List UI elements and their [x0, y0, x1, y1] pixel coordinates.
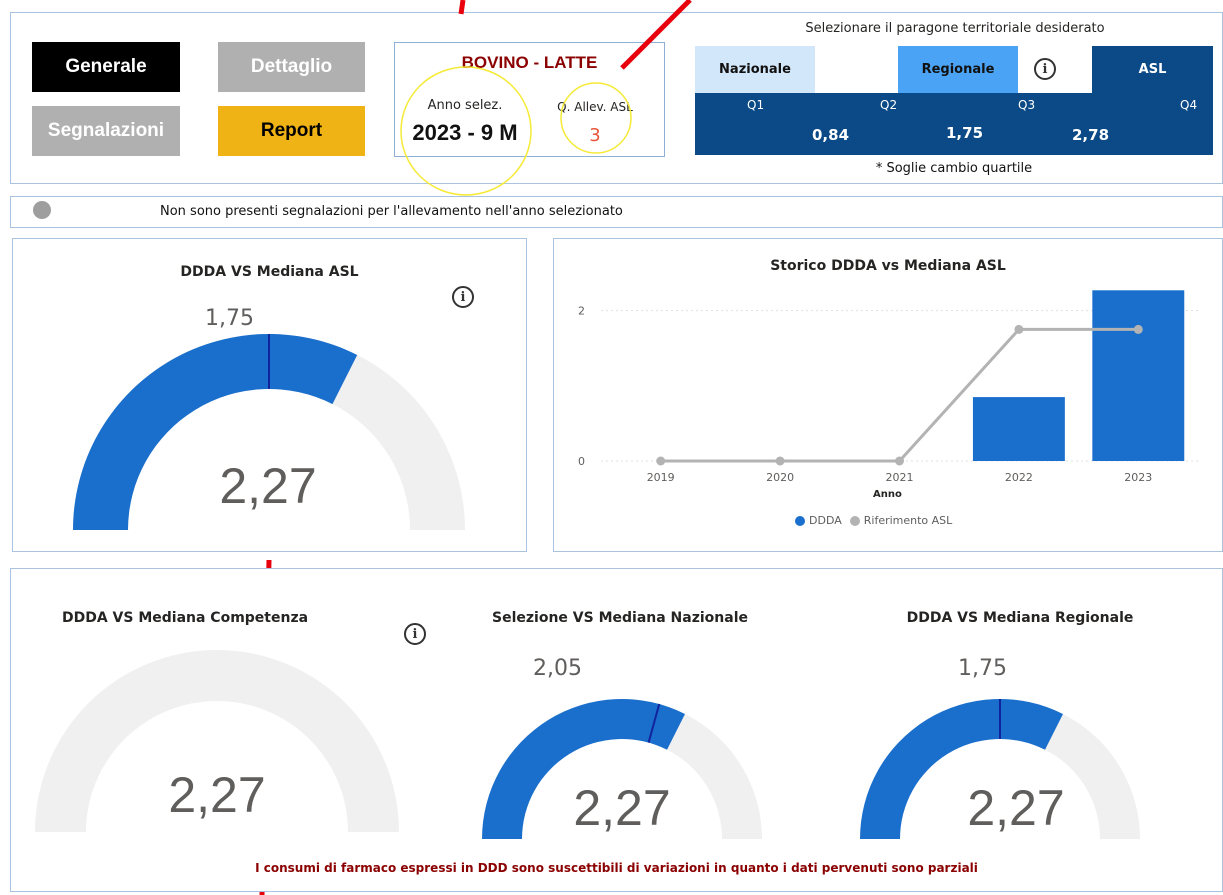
- annotation-ellipse-quartile: [560, 82, 632, 154]
- info-icon-competenza[interactable]: i: [404, 623, 426, 645]
- threshold-footnote: * Soglie cambio quartile: [875, 160, 1033, 176]
- chart-point: [656, 456, 666, 466]
- territorial-prompt: Selezionare il paragone territoriale des…: [805, 20, 1105, 36]
- chart-point: [775, 456, 785, 466]
- chart-point: [1133, 324, 1143, 334]
- chart-point: [1014, 324, 1024, 334]
- chart-xtick-label: 2023: [1124, 471, 1152, 484]
- info-icon-territorial[interactable]: i: [1034, 58, 1056, 80]
- gauge-regionale-value: 2,27: [967, 780, 1065, 836]
- chart-bar: [972, 397, 1065, 461]
- chart-xtick-label: 2021: [886, 471, 914, 484]
- threshold-2: 1,75: [946, 124, 984, 142]
- chart-bar: [1092, 290, 1185, 461]
- chart-xtick-label: 2020: [766, 471, 794, 484]
- annotation-arrow-top: [458, 0, 466, 15]
- option-asl[interactable]: ASL: [1092, 46, 1213, 93]
- chart-point: [895, 456, 904, 466]
- legend-rif-swatch: [849, 515, 860, 526]
- gauge-nazionale-target-label: 2,05: [533, 656, 582, 681]
- chart-xtick-label: 2019: [647, 471, 675, 484]
- annotation-arrow-diagonal: [620, 0, 692, 70]
- threshold-1: 0,84: [812, 126, 850, 144]
- quartile-q2: Q2: [880, 98, 898, 112]
- alert-text: Non sono presenti segnalazioni per l'all…: [160, 204, 623, 219]
- quartile-q3: Q3: [1018, 98, 1036, 112]
- legend-rif-label: Riferimento ASL: [863, 514, 953, 527]
- chart-ytick-label: 0: [578, 455, 585, 468]
- annotation-ellipse-anno: [400, 66, 532, 196]
- legend-ddda-swatch: [795, 515, 805, 526]
- history-chart: 0 2 2019 2020 2021 2022 2023: [578, 290, 1198, 484]
- chart-legend: DDDA Riferimento ASL: [795, 514, 952, 527]
- threshold-3: 2,78: [1072, 126, 1110, 144]
- gauge-nazionale-value: 2,27: [573, 780, 671, 836]
- gauge-competenza-value: 2,27: [168, 767, 266, 823]
- chart-ytick-label: 2: [578, 305, 585, 318]
- option-nazionale[interactable]: Nazionale: [695, 46, 815, 93]
- gauge-asl-value: 2,27: [219, 458, 317, 514]
- option-regionale[interactable]: Regionale: [898, 46, 1018, 93]
- chart-xtick-label: 2022: [1005, 471, 1033, 484]
- alert-status-icon: [33, 201, 51, 219]
- chart-line-riferimento: [660, 327, 1139, 463]
- legend-ddda-label: DDDA: [809, 514, 842, 527]
- footer-note: I consumi di farmaco espressi in DDD son…: [255, 861, 978, 875]
- quartile-q4: Q4: [1180, 98, 1198, 112]
- chart-xlabel: Anno: [873, 489, 902, 500]
- gauge-regionale-target-label: 1,75: [958, 656, 1007, 681]
- gauge-asl-target-label: 1,75: [205, 306, 254, 331]
- quartile-q1: Q1: [747, 98, 765, 112]
